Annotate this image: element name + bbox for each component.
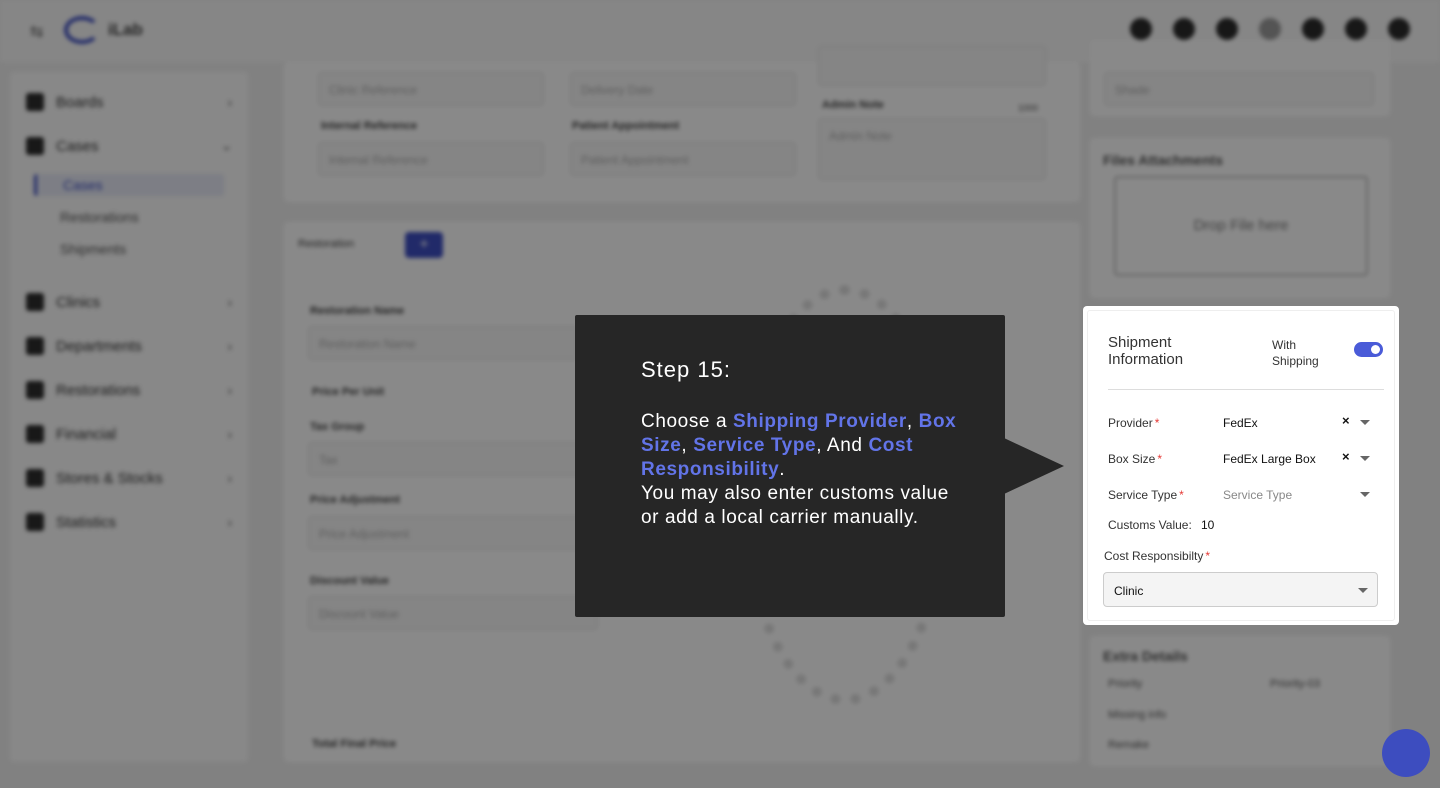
provider-clear-icon[interactable]: × (1342, 413, 1350, 428)
divider (1108, 389, 1384, 390)
customs-value-label: Customs Value: (1108, 518, 1192, 532)
tour-tooltip: Step 15: Choose a Shipping Provider, Box… (575, 315, 1064, 617)
provider-dropdown-icon[interactable] (1360, 420, 1370, 425)
box-size-label: Box Size * (1108, 452, 1163, 466)
service-type-select[interactable]: Service Type (1223, 488, 1292, 502)
shipment-card-inner: Shipment Information With Shipping Provi… (1087, 310, 1395, 621)
cost-responsibility-dropdown-icon (1358, 588, 1368, 593)
box-size-dropdown-icon[interactable] (1360, 456, 1370, 461)
shipment-information-card: Shipment Information With Shipping Provi… (1083, 306, 1399, 625)
provider-label: Provider * (1108, 416, 1160, 430)
cost-responsibility-label: Cost Responsibilty * (1104, 549, 1211, 563)
support-chat-icon[interactable] (1382, 729, 1430, 777)
with-shipping-toggle[interactable] (1354, 342, 1383, 357)
tooltip-outro: You may also enter customs value or add … (641, 483, 949, 528)
tooltip-arrow (1004, 438, 1064, 494)
cost-responsibility-select[interactable]: Clinic (1103, 572, 1378, 607)
toggle-knob (1371, 345, 1380, 354)
provider-select[interactable]: FedEx (1223, 416, 1258, 430)
shipment-title: Shipment Information (1108, 334, 1184, 368)
service-type-dropdown-icon[interactable] (1360, 492, 1370, 497)
tooltip-step-title: Step 15: (641, 357, 731, 382)
cost-responsibility-value: Clinic (1114, 584, 1144, 598)
tooltip-highlight-service-type: Service Type (693, 435, 817, 456)
customs-value-input[interactable]: 10 (1201, 518, 1214, 532)
service-type-label: Service Type * (1108, 488, 1184, 502)
box-size-clear-icon[interactable]: × (1342, 449, 1350, 464)
tooltip-body: Choose a Shipping Provider, Box Size, Se… (641, 411, 957, 528)
with-shipping-label: With Shipping (1272, 338, 1319, 368)
box-size-select[interactable]: FedEx Large Box (1223, 452, 1316, 466)
tooltip-highlight-provider: Shipping Provider (733, 411, 907, 432)
